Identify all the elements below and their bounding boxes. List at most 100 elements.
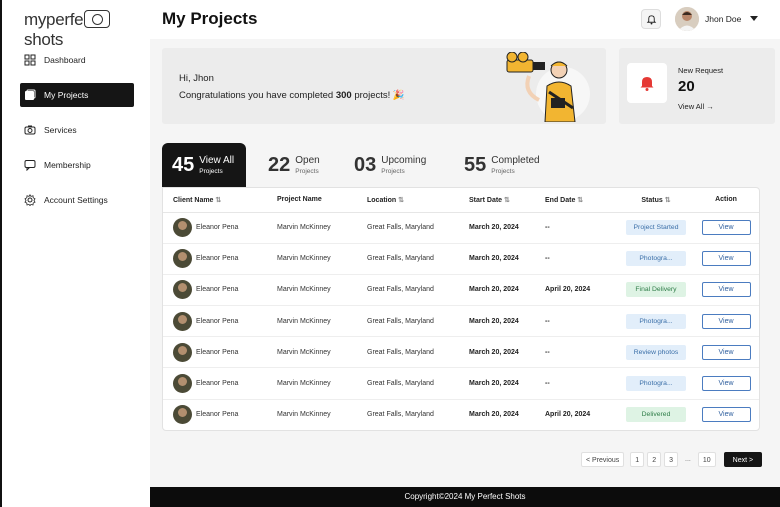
client-name: Eleanor Pena xyxy=(196,380,239,388)
user-avatar[interactable] xyxy=(675,7,699,31)
sort-icon[interactable]: ⇅ xyxy=(504,197,510,204)
cell-location: Great Falls, Maryland xyxy=(367,243,469,275)
top-header: My Projects Jhon Doe xyxy=(150,0,780,39)
cell-status: Photogra... xyxy=(619,367,693,400)
col-client-name[interactable]: Client Name ⇅ xyxy=(163,188,277,213)
cell-location: Great Falls, Maryland xyxy=(367,305,469,338)
column-label: Client Name xyxy=(173,196,214,204)
cell-client: Eleanor Pena xyxy=(163,243,277,275)
cell-location: Great Falls, Maryland xyxy=(367,336,469,369)
cell-end-date: -- xyxy=(545,367,619,400)
cell-action: View xyxy=(693,305,759,338)
view-button[interactable]: View xyxy=(701,407,751,423)
start-date: March 20, 2024 xyxy=(469,348,519,356)
sidebar-item-account-settings[interactable]: Account Settings xyxy=(20,188,134,212)
tab-upcoming[interactable]: 03 Upcoming Projects xyxy=(354,143,426,187)
main-content: Hi, Jhon Congratulations you have comple… xyxy=(150,39,780,487)
sidebar: myperfeshots Dashboard My Projects Servi… xyxy=(0,0,150,507)
cell-client: Eleanor Pena xyxy=(163,212,277,244)
location: Great Falls, Maryland xyxy=(367,380,434,388)
client-cell: Eleanor Pena xyxy=(173,249,277,269)
table-row: Eleanor Pena Marvin McKinney Great Falls, … xyxy=(163,305,759,338)
projects-table: Client Name ⇅ Project Name Location ⇅ St… xyxy=(163,188,759,430)
location: Great Falls, Maryland xyxy=(367,255,434,263)
start-date: March 20, 2024 xyxy=(469,255,519,263)
col-start-date[interactable]: Start Date ⇅ xyxy=(469,188,545,213)
new-request-count: 20 xyxy=(678,78,695,95)
client-name: Eleanor Pena xyxy=(196,411,239,419)
new-request-label: New Request xyxy=(678,66,724,75)
sidebar-nav: Dashboard My Projects Services Membershi… xyxy=(20,48,134,223)
page-button-10[interactable]: 10 xyxy=(697,451,716,467)
view-button[interactable]: View xyxy=(701,344,751,360)
notification-button[interactable] xyxy=(641,9,661,29)
sort-icon[interactable]: ⇅ xyxy=(665,197,671,204)
sort-icon[interactable]: ⇅ xyxy=(577,197,583,204)
user-name[interactable]: Jhon Doe xyxy=(705,14,741,24)
cell-project: Marvin McKinney xyxy=(277,305,367,338)
page-button-3[interactable]: 3 xyxy=(664,451,678,467)
cell-action: View xyxy=(693,399,759,430)
tab-count: 22 xyxy=(268,153,291,176)
client-cell: Eleanor Pena xyxy=(173,374,277,394)
new-request-card: New Request 20 View All → xyxy=(619,48,775,124)
tab-completed[interactable]: 55 Completed Projects xyxy=(464,143,540,187)
cell-end-date: -- xyxy=(545,243,619,275)
chevron-down-icon[interactable] xyxy=(750,16,758,21)
sort-icon[interactable]: ⇅ xyxy=(398,197,404,204)
project-name: Marvin McKinney xyxy=(277,286,331,294)
col-action: Action xyxy=(693,188,759,213)
column-label: Status xyxy=(641,196,663,204)
tab-sublabel: Projects xyxy=(381,168,405,175)
tab-open[interactable]: 22 Open Projects xyxy=(268,143,320,187)
sidebar-item-label: Services xyxy=(44,125,77,135)
sort-icon[interactable]: ⇅ xyxy=(215,197,221,204)
sidebar-item-dashboard[interactable]: Dashboard xyxy=(20,48,134,72)
cell-client: Eleanor Pena xyxy=(163,399,277,430)
user-avatar-image xyxy=(675,7,699,31)
next-page-button[interactable]: Next > xyxy=(723,451,763,467)
table-header-row: Client Name ⇅ Project Name Location ⇅ St… xyxy=(163,188,759,213)
previous-page-button[interactable]: < Previous xyxy=(581,451,625,467)
client-name: Eleanor Pena xyxy=(196,224,239,232)
sidebar-item-services[interactable]: Services xyxy=(20,118,134,142)
gear-icon xyxy=(24,194,36,206)
view-button[interactable]: View xyxy=(701,251,751,267)
view-button[interactable]: View xyxy=(701,376,751,392)
location: Great Falls, Maryland xyxy=(367,317,434,325)
page-button-1[interactable]: 1 xyxy=(630,451,645,467)
view-button[interactable]: View xyxy=(701,220,751,236)
col-end-date[interactable]: End Date ⇅ xyxy=(545,188,619,213)
tab-view-all[interactable]: 45 View All Projects xyxy=(162,143,246,187)
client-cell: Eleanor Pena xyxy=(173,218,277,238)
cell-project: Marvin McKinney xyxy=(277,336,367,369)
column-label: Start Date xyxy=(469,196,503,204)
col-location[interactable]: Location ⇅ xyxy=(367,188,469,213)
cell-status: Photogra... xyxy=(619,243,693,275)
view-all-requests-link[interactable]: View All → xyxy=(678,102,714,111)
view-button[interactable]: View xyxy=(701,282,751,298)
project-name: Marvin McKinney xyxy=(277,224,331,232)
cell-client: Eleanor Pena xyxy=(163,336,277,369)
view-button[interactable]: View xyxy=(701,313,751,329)
sidebar-item-membership[interactable]: Membership xyxy=(20,153,134,177)
page-button-2[interactable]: 2 xyxy=(647,451,662,467)
photographer-illustration xyxy=(506,52,590,122)
end-date: -- xyxy=(545,255,550,263)
client-cell: Eleanor Pena xyxy=(173,405,277,425)
cell-status: Photogra... xyxy=(619,305,693,338)
tab-label: View All xyxy=(199,155,235,166)
col-status[interactable]: Status ⇅ xyxy=(619,188,693,213)
tab-sublabel: Projects xyxy=(295,168,319,175)
sidebar-item-my-projects[interactable]: My Projects xyxy=(20,83,134,107)
congrats-prefix: Congratulations you have completed xyxy=(179,90,336,101)
cell-project: Marvin McKinney xyxy=(277,243,367,275)
projects-table-card: Client Name ⇅ Project Name Location ⇅ St… xyxy=(162,187,760,431)
status-badge: Delivered xyxy=(626,407,686,423)
cell-action: View xyxy=(693,212,759,244)
cell-start-date: March 20, 2024 xyxy=(469,305,545,338)
start-date: March 20, 2024 xyxy=(469,380,519,388)
logo[interactable]: myperfeshots xyxy=(24,10,150,50)
client-name: Eleanor Pena xyxy=(196,286,239,294)
cell-end-date: April 20, 2024 xyxy=(545,274,619,307)
